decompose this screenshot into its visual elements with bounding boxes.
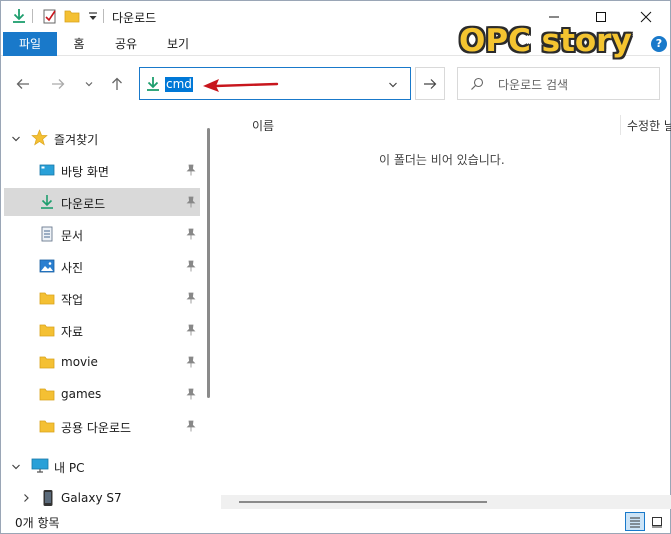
scrollbar-thumb[interactable] (239, 501, 487, 503)
folder-icon (39, 292, 55, 305)
sidebar-item-label: movie (61, 355, 98, 369)
chevron-down-icon[interactable] (11, 134, 21, 144)
empty-folder-message: 이 폴더는 비어 있습니다. (379, 153, 505, 167)
arrow-right-icon (424, 78, 437, 89)
sidebar-item-label: 문서 (61, 229, 84, 243)
tab-share[interactable]: 공유 (107, 32, 145, 56)
sidebar-item-label: 자료 (61, 325, 84, 339)
column-divider[interactable] (620, 115, 621, 135)
folder-icon (39, 388, 55, 401)
sidebar-item-label: games (61, 387, 102, 401)
sidebar-item-movie[interactable]: movie (4, 348, 200, 376)
back-button[interactable] (12, 73, 34, 95)
window-title: 다운로드 (112, 11, 157, 25)
watermark-logo: OPC story (459, 23, 632, 59)
maximize-icon (596, 11, 606, 22)
sidebar-item-documents[interactable]: 문서 (4, 220, 200, 248)
quick-access-label: 즐겨찾기 (54, 133, 99, 147)
sidebar-item-materials[interactable]: 자료 (4, 316, 200, 344)
pin-icon[interactable] (186, 420, 196, 432)
properties-icon[interactable] (42, 8, 58, 24)
sidebar-item-label: 바탕 화면 (61, 165, 109, 179)
status-bar: 0개 항목 (1, 509, 670, 533)
pin-icon[interactable] (186, 388, 196, 400)
this-pc-label: 내 PC (54, 461, 85, 475)
search-placeholder: 다운로드 검색 (498, 78, 569, 92)
download-icon (41, 195, 53, 209)
minimize-icon (549, 16, 559, 17)
arrow-left-icon (16, 79, 29, 89)
column-header-modified[interactable]: 수정한 날 (627, 117, 671, 134)
pin-icon[interactable] (186, 228, 196, 240)
details-view-icon (630, 517, 640, 527)
search-box[interactable]: 다운로드 검색 (457, 67, 660, 100)
sidebar-item-label: 공용 다운로드 (61, 421, 132, 435)
download-icon (13, 9, 25, 23)
sidebar-item-games[interactable]: games (4, 380, 200, 408)
tab-home[interactable]: 홈 (65, 32, 93, 56)
sidebar-item-label: 사진 (61, 261, 84, 275)
pin-icon[interactable] (186, 292, 196, 304)
separator (32, 9, 33, 23)
new-folder-icon[interactable] (64, 8, 80, 24)
sidebar-item-work[interactable]: 작업 (4, 284, 200, 312)
sidebar-item-this-pc[interactable]: 내 PC (4, 452, 200, 480)
pin-icon[interactable] (186, 196, 196, 208)
arrow-up-icon (112, 77, 122, 90)
item-count: 0개 항목 (15, 516, 60, 530)
address-input[interactable]: cmd (165, 77, 193, 92)
desktop-icon (39, 164, 55, 176)
tab-view[interactable]: 보기 (159, 32, 197, 56)
customize-quick-access-icon[interactable] (85, 8, 101, 24)
arrow-right-icon (52, 79, 65, 89)
pictures-icon (39, 259, 55, 273)
document-icon (41, 226, 53, 242)
folder-icon (39, 324, 55, 337)
chevron-down-icon[interactable] (11, 462, 21, 472)
sidebar-item-downloads[interactable]: 다운로드 (4, 188, 200, 216)
chevron-right-icon[interactable] (21, 493, 31, 503)
chevron-down-icon (85, 82, 93, 87)
red-arrow-annotation (203, 79, 279, 92)
search-icon (471, 77, 484, 90)
tab-file[interactable]: 파일 (3, 32, 57, 56)
pin-icon[interactable] (186, 164, 196, 176)
explorer-window: 다운로드 파일 홈 공유 보기 OPC story ? cmd 다운로드 검색 … (0, 0, 671, 534)
pin-icon[interactable] (186, 260, 196, 272)
star-icon (31, 129, 48, 146)
sidebar-scrollbar[interactable] (207, 128, 210, 398)
sidebar-item-pictures[interactable]: 사진 (4, 252, 200, 280)
details-view-button[interactable] (625, 512, 645, 531)
folder-icon (39, 420, 55, 433)
large-icons-view-icon (652, 516, 662, 527)
computer-icon (31, 458, 49, 473)
separator (103, 9, 104, 23)
navigation-pane: 즐겨찾기 바탕 화면 다운로드 문서 사진 작업 자료 movie games … (1, 117, 201, 509)
sidebar-item-public-downloads[interactable]: 공용 다운로드 (4, 412, 200, 440)
device-label: Galaxy S7 (61, 491, 122, 505)
recent-locations-button[interactable] (78, 73, 100, 95)
column-header-name[interactable]: 이름 (252, 117, 274, 134)
download-icon (147, 77, 159, 91)
help-button[interactable]: ? (651, 36, 667, 52)
chevron-down-icon[interactable] (388, 80, 398, 90)
sidebar-item-galaxy[interactable]: Galaxy S7 (4, 484, 200, 509)
large-icons-view-button[interactable] (647, 512, 667, 531)
pin-icon[interactable] (186, 324, 196, 336)
go-button[interactable] (415, 67, 445, 100)
close-icon (640, 11, 652, 22)
sidebar-item-label: 다운로드 (61, 197, 106, 211)
sidebar-item-label: 작업 (61, 293, 84, 307)
quick-access-item[interactable]: 즐겨찾기 (4, 124, 200, 152)
up-button[interactable] (106, 73, 128, 95)
folder-icon (39, 356, 55, 369)
horizontal-scrollbar[interactable] (221, 495, 671, 509)
forward-button[interactable] (47, 73, 69, 95)
pin-icon[interactable] (186, 356, 196, 368)
phone-icon (43, 490, 53, 506)
sidebar-item-desktop[interactable]: 바탕 화면 (4, 156, 200, 184)
